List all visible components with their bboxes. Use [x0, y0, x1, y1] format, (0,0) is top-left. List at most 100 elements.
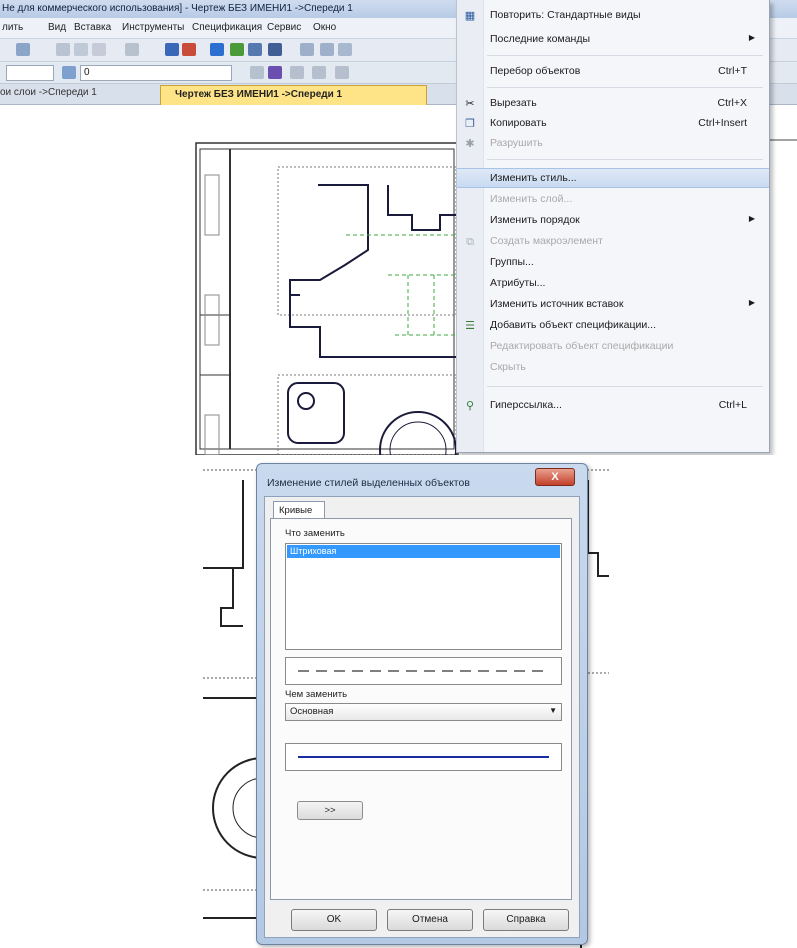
- library-icon[interactable]: [230, 43, 244, 56]
- menu-item-insert-first[interactable]: лить: [2, 22, 23, 33]
- views-icon: ▦: [464, 10, 476, 22]
- cut-icon[interactable]: [56, 43, 70, 56]
- menu-item-specification[interactable]: Спецификация: [192, 22, 262, 33]
- menu-item-copy-label: Копировать: [490, 117, 547, 129]
- menu-item-hyperlink[interactable]: ⚲ Гиперссылка... Ctrl+L: [457, 396, 769, 416]
- menu-item-hide: Скрыть: [457, 358, 769, 378]
- menu-item-cycle-label: Перебор объектов: [490, 65, 581, 77]
- with-replace-value: Основная: [290, 706, 334, 717]
- menu-item-service[interactable]: Сервис: [267, 22, 301, 33]
- ortho-icon[interactable]: [312, 66, 326, 79]
- properties-icon[interactable]: [125, 43, 139, 56]
- menu-item-cut[interactable]: ✂ Вырезать Ctrl+X: [457, 94, 769, 114]
- menu-item-change-style[interactable]: Изменить стиль...: [457, 168, 769, 188]
- menu-item-cycle-shortcut: Ctrl+T: [718, 65, 747, 77]
- menu-item-change-order[interactable]: Изменить порядок ▶: [457, 211, 769, 231]
- zoom-in-icon[interactable]: [300, 43, 314, 56]
- menu-item-explode: ✱ Разрушить: [457, 134, 769, 154]
- curves-panel: Что заменить Штриховая Чем заменить Осно…: [270, 518, 572, 900]
- new-doc-icon[interactable]: [16, 43, 30, 56]
- menu-item-change-source[interactable]: Изменить источник вставок ▶: [457, 295, 769, 315]
- what-replace-list[interactable]: Штриховая: [285, 543, 562, 650]
- zoom-window-icon[interactable]: [320, 43, 334, 56]
- change-style-dialog: Изменение стилей выделенных объектов X К…: [256, 463, 588, 945]
- menu-item-cut-label: Вырезать: [490, 97, 537, 109]
- list-item-selected-label: Штриховая: [290, 546, 337, 556]
- menu-item-add-spec-object[interactable]: ☰ Добавить объект спецификации...: [457, 316, 769, 336]
- macro-icon: ⧉: [466, 236, 474, 248]
- menu-item-view[interactable]: Вид: [48, 22, 66, 33]
- submenu-arrow-icon: ▶: [748, 214, 755, 223]
- tab-curves-label: Кривые: [279, 505, 313, 516]
- menu-item-attributes[interactable]: Атрибуты...: [457, 274, 769, 294]
- menu-item-create-macro: ⧉ Создать макроэлемент: [457, 232, 769, 252]
- help-button[interactable]: Справка: [483, 909, 569, 931]
- dialog-body: Кривые Что заменить Штриховая Чем замени…: [264, 496, 580, 938]
- menu-item-explode-label: Разрушить: [490, 137, 543, 149]
- menu-separator: [487, 159, 763, 160]
- menu-separator: [487, 55, 763, 56]
- manager-icon[interactable]: [210, 43, 224, 56]
- hyperlink-icon: ⚲: [465, 400, 475, 412]
- source-line-preview: [285, 657, 562, 685]
- menu-item-recent-label: Последние команды: [490, 33, 591, 45]
- menu-item-tools[interactable]: Инструменты: [122, 22, 184, 33]
- app-window-screenshot: Не для коммерческого использования] - Че…: [0, 0, 797, 455]
- help-pointer-icon[interactable]: [268, 43, 282, 56]
- menu-item-change-order-label: Изменить порядок: [490, 214, 580, 226]
- tab-layers[interactable]: ои слои ->Спереди 1: [0, 87, 97, 98]
- layer-icon: [62, 66, 76, 79]
- list-item-selected[interactable]: Штриховая: [287, 545, 560, 558]
- redo-icon[interactable]: [182, 43, 196, 56]
- menu-item-change-source-label: Изменить источник вставок: [490, 298, 624, 310]
- menu-item-insert[interactable]: Вставка: [74, 22, 111, 33]
- more-button[interactable]: >>: [297, 801, 363, 820]
- spec-icon: ☰: [465, 320, 475, 332]
- variables-icon[interactable]: [248, 43, 262, 56]
- layer-combo[interactable]: 0: [80, 65, 232, 81]
- menu-item-copy[interactable]: ❐ Копировать Ctrl+Insert: [457, 114, 769, 134]
- dialog-title: Изменение стилей выделенных объектов: [267, 477, 470, 489]
- measure-icon[interactable]: [335, 66, 349, 79]
- menu-item-hide-label: Скрыть: [490, 361, 526, 373]
- with-replace-label: Чем заменить: [285, 689, 348, 700]
- explode-icon: ✱: [465, 138, 475, 150]
- menu-item-repeat[interactable]: ▦ Повторить: Стандартные виды: [457, 6, 769, 26]
- close-icon: X: [551, 471, 559, 483]
- menu-item-window[interactable]: Окно: [313, 22, 336, 33]
- target-line-preview: [285, 743, 562, 771]
- cancel-button[interactable]: Отмена: [387, 909, 473, 931]
- zoom-out-icon[interactable]: [338, 43, 352, 56]
- chevron-down-icon: ▼: [549, 706, 557, 715]
- layer-value: 0: [84, 67, 90, 78]
- menu-item-groups-label: Группы...: [490, 256, 534, 268]
- style-combo[interactable]: [6, 65, 54, 81]
- menu-item-repeat-label: Повторить: Стандартные виды: [490, 9, 641, 21]
- menu-item-add-spec-label: Добавить объект спецификации...: [490, 319, 656, 331]
- menu-item-hyperlink-shortcut: Ctrl+L: [718, 399, 747, 411]
- menu-item-attributes-label: Атрибуты...: [490, 277, 546, 289]
- tab-drawing[interactable]: Чертеж БЕЗ ИМЕНИ1 ->Спереди 1: [160, 85, 427, 105]
- close-button[interactable]: X: [535, 468, 575, 486]
- grid-icon[interactable]: [290, 66, 304, 79]
- undo-icon[interactable]: [165, 43, 179, 56]
- snap-icon[interactable]: [250, 66, 264, 79]
- menu-item-cut-shortcut: Ctrl+X: [717, 97, 747, 109]
- menu-item-change-layer-label: Изменить слой...: [490, 193, 573, 205]
- menu-item-recent-commands[interactable]: Последние команды ▶: [457, 30, 769, 50]
- context-menu: ▦ Повторить: Стандартные виды Последние …: [456, 0, 770, 453]
- menu-item-create-macro-label: Создать макроэлемент: [490, 235, 603, 247]
- paste-icon[interactable]: [92, 43, 106, 56]
- tab-curves[interactable]: Кривые: [273, 501, 325, 519]
- color-icon[interactable]: [268, 66, 282, 79]
- window-title: Не для коммерческого использования] - Че…: [2, 3, 353, 14]
- submenu-arrow-icon: ▶: [748, 33, 755, 42]
- tab-drawing-label: Чертеж БЕЗ ИМЕНИ1 ->Спереди 1: [175, 89, 343, 100]
- copy-icon[interactable]: [74, 43, 88, 56]
- ok-button[interactable]: OK: [291, 909, 377, 931]
- copy-icon: ❐: [465, 118, 475, 130]
- menu-item-groups[interactable]: Группы...: [457, 253, 769, 273]
- dialog-screenshot: Изменение стилей выделенных объектов X К…: [203, 458, 609, 948]
- with-replace-select[interactable]: Основная ▼: [285, 703, 562, 721]
- menu-item-cycle-objects[interactable]: Перебор объектов Ctrl+T: [457, 62, 769, 82]
